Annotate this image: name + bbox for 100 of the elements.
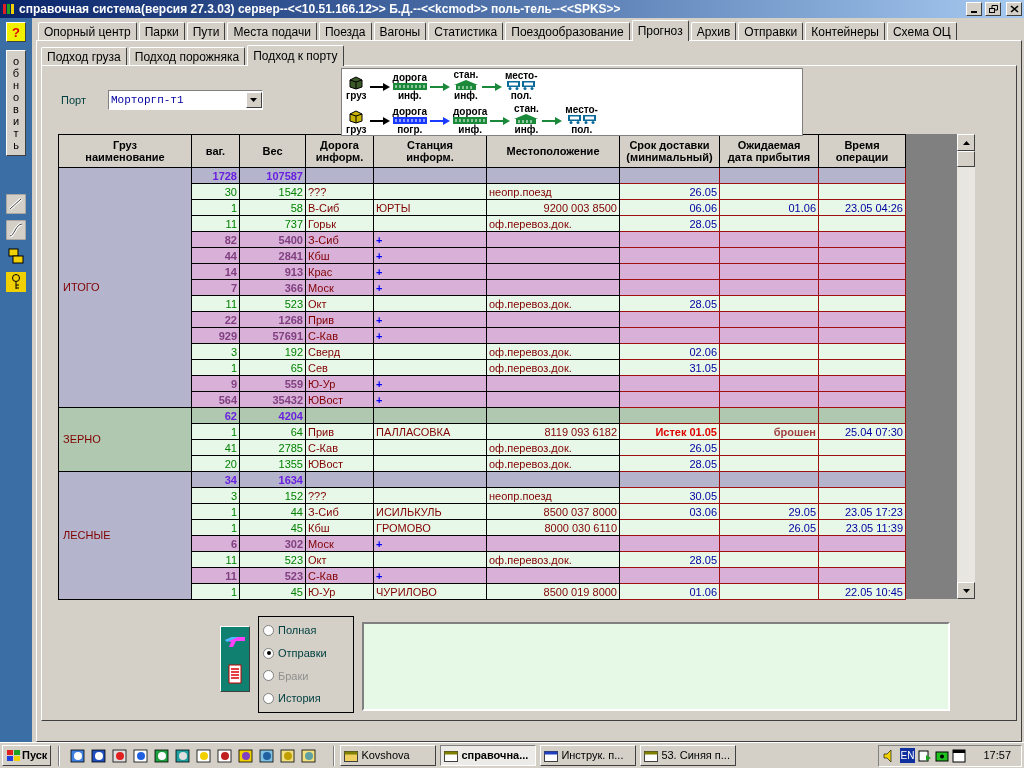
table-cell: ЧУРИЛОВО xyxy=(373,583,487,600)
table-cell: + xyxy=(373,247,487,264)
restore-icon xyxy=(988,5,998,13)
column-header: Дорога информ. xyxy=(305,134,374,168)
tab[interactable]: Прогноз xyxy=(631,20,689,41)
tab[interactable]: Подход груза xyxy=(41,47,127,65)
minimize-button[interactable] xyxy=(966,2,982,16)
report-button[interactable] xyxy=(220,626,250,692)
vertical-scrollbar[interactable] xyxy=(957,134,975,599)
task-button[interactable]: 53. Синяя п... xyxy=(640,745,737,766)
tray-icon[interactable] xyxy=(935,748,950,763)
tab[interactable]: Подход к порту xyxy=(247,45,344,66)
table-cell: 559 xyxy=(239,375,306,392)
tab[interactable]: Статистика xyxy=(428,22,504,40)
tab[interactable]: Контейнеры xyxy=(805,22,885,40)
tab[interactable]: Парки xyxy=(138,22,185,40)
table-cell: 58 xyxy=(239,199,306,216)
app-launch-icon[interactable] xyxy=(174,746,193,765)
tab[interactable]: Опорный центр xyxy=(38,22,137,40)
table-cell: В-Сиб xyxy=(305,199,374,216)
window-icon xyxy=(344,749,359,762)
table-cell: 26.05 xyxy=(719,519,819,536)
table-cell: 1 xyxy=(191,199,240,216)
radio-option[interactable]: Полная xyxy=(263,622,353,639)
task-button[interactable]: справочна... xyxy=(440,745,537,766)
scroll-thumb[interactable] xyxy=(957,151,975,167)
radio-button[interactable] xyxy=(263,647,274,659)
table-cell: 45 xyxy=(239,583,306,600)
radio-button[interactable] xyxy=(263,693,274,705)
table-cell: 22.05 10:45 xyxy=(818,583,906,600)
dropdown-arrow-icon xyxy=(250,98,258,102)
start-button[interactable]: Пуск xyxy=(2,745,52,766)
table-cell: + xyxy=(373,279,487,296)
legend-label: инф. xyxy=(458,124,482,135)
table-cell: 302 xyxy=(239,535,306,552)
details-text-area[interactable] xyxy=(362,622,950,711)
arrow-icon xyxy=(369,83,390,91)
tab[interactable]: Отправки xyxy=(738,22,804,40)
radio-option[interactable]: Отправки xyxy=(263,644,353,662)
column-header: Время операции xyxy=(818,134,906,168)
column-header: Груз наименование xyxy=(58,134,192,168)
task-button[interactable]: Kovshova xyxy=(340,745,437,766)
arrow-icon xyxy=(542,117,563,125)
table-cell: С-Кав xyxy=(305,567,374,584)
document-icon xyxy=(226,663,244,684)
table-cell: 913 xyxy=(239,263,306,280)
refresh-button[interactable]: обновить xyxy=(6,50,26,156)
app-icon xyxy=(2,2,16,16)
app-launch-icon[interactable] xyxy=(69,746,88,765)
group-name-cell: ЛЕСНЫЕ xyxy=(58,471,192,600)
window-title: справочная система(версия 27.3.03) сервер--<<10.51.166.12>> Б.Д.--<<kcmod>> поль-тель--<<SPKS>> xyxy=(19,1,621,18)
table-cell: 107587 xyxy=(239,167,306,184)
tab[interactable]: Поезда xyxy=(318,22,372,40)
tab[interactable]: Пути xyxy=(186,22,226,40)
key-icon[interactable] xyxy=(6,272,26,292)
restore-button[interactable] xyxy=(985,2,1001,16)
table-cell: 1355 xyxy=(239,455,306,472)
app-launch-icon[interactable] xyxy=(90,746,109,765)
tab[interactable]: Архив xyxy=(690,22,737,40)
table-cell: Прив xyxy=(305,423,374,440)
table-cell: 14 xyxy=(191,263,240,280)
app-launch-icon[interactable] xyxy=(216,746,235,765)
table-cell: 31.05 xyxy=(619,359,720,376)
tab[interactable]: Схема ОЦ xyxy=(886,22,957,40)
task-button[interactable]: Инструк. п... xyxy=(540,745,637,766)
table-cell: оф.перевоз.док. xyxy=(486,439,620,456)
language-indicator[interactable]: EN xyxy=(899,748,916,763)
port-label: Порт xyxy=(61,92,86,108)
port-dropdown[interactable]: Морторгп-т1 xyxy=(107,90,263,110)
tab[interactable]: Места подачи xyxy=(227,22,317,40)
app-launch-icon[interactable] xyxy=(132,746,151,765)
table-cell: ИСИЛЬКУЛЬ xyxy=(373,503,487,520)
table-cell: 5400 xyxy=(239,231,306,248)
table-cell: Ю-Ур xyxy=(305,583,374,600)
table-cell: 11 xyxy=(191,295,240,312)
table-cell: 1 xyxy=(191,583,240,600)
table-cell: 6 xyxy=(191,535,240,552)
app-launch-icon[interactable] xyxy=(153,746,172,765)
table-cell: 26.05 xyxy=(619,439,720,456)
pencil-icon[interactable] xyxy=(6,194,26,214)
help-button[interactable]: ? xyxy=(6,22,26,42)
arrow-icon xyxy=(369,117,390,125)
table-cell: 152 xyxy=(239,487,306,504)
column-header: ваг. xyxy=(191,134,240,168)
close-button[interactable] xyxy=(1006,2,1022,16)
tab[interactable]: Вагоны xyxy=(373,22,427,40)
tab[interactable]: Поездообразование xyxy=(505,22,630,40)
radio-button[interactable] xyxy=(263,624,274,636)
table-cell: + xyxy=(373,535,487,552)
calendar-icon[interactable] xyxy=(952,748,967,763)
table-cell: 9 xyxy=(191,375,240,392)
tray-icon[interactable] xyxy=(918,748,933,763)
table-cell: 737 xyxy=(239,215,306,232)
radio-option[interactable]: История xyxy=(263,690,353,707)
table-cell: Кбш xyxy=(305,519,374,536)
boxes-icon[interactable] xyxy=(6,246,26,266)
tab[interactable]: Подход порожняка xyxy=(128,47,246,65)
curve-icon[interactable] xyxy=(6,220,26,240)
table-cell: 1728 xyxy=(191,167,240,184)
arrow-icon xyxy=(429,83,450,91)
